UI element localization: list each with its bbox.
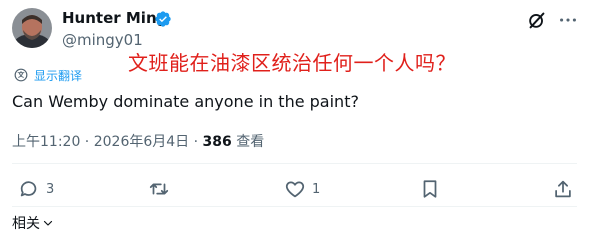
view-count: 386 [202, 134, 232, 150]
share-icon [555, 180, 571, 198]
bookmark-icon [423, 180, 437, 198]
reply-button[interactable]: 3 [18, 176, 54, 202]
meta-separator: · [80, 134, 94, 150]
tweet-time[interactable]: 上午11:20 [12, 134, 80, 150]
chevron-down-icon [43, 220, 53, 226]
tweet-meta: 上午11:20 · 2026年6月4日 · 386 查看 [12, 131, 264, 151]
retweet-button[interactable] [148, 176, 176, 202]
author-name[interactable]: Hunter Ming [62, 9, 167, 27]
reply-count: 3 [46, 181, 55, 197]
grok-icon[interactable] [526, 9, 548, 31]
share-button[interactable] [552, 176, 574, 202]
translate-icon [14, 68, 28, 82]
show-translation-label: 显示翻译 [34, 68, 83, 83]
views-label: 查看 [231, 134, 265, 150]
bookmark-button[interactable] [419, 176, 441, 202]
avatar[interactable] [12, 8, 52, 48]
tweet-text: Can Wemby dominate anyone in the paint? [12, 92, 359, 111]
retweet-icon [149, 183, 169, 195]
verified-badge-icon [155, 11, 171, 27]
more-options-icon[interactable] [557, 9, 579, 31]
overlay-caption: 文班能在油漆区统治任何一个人吗？ [128, 51, 456, 75]
divider [12, 163, 577, 164]
heart-icon [285, 181, 305, 198]
show-translation-button[interactable]: 显示翻译 [14, 66, 82, 84]
meta-separator: · [189, 134, 203, 150]
like-button[interactable]: 1 [284, 176, 320, 202]
related-dropdown[interactable]: 相关 [12, 213, 54, 233]
like-count: 1 [312, 181, 321, 197]
divider [12, 206, 577, 207]
tweet-date[interactable]: 2026年6月4日 [94, 134, 189, 150]
reply-icon [20, 181, 37, 197]
related-label: 相关 [12, 216, 40, 232]
